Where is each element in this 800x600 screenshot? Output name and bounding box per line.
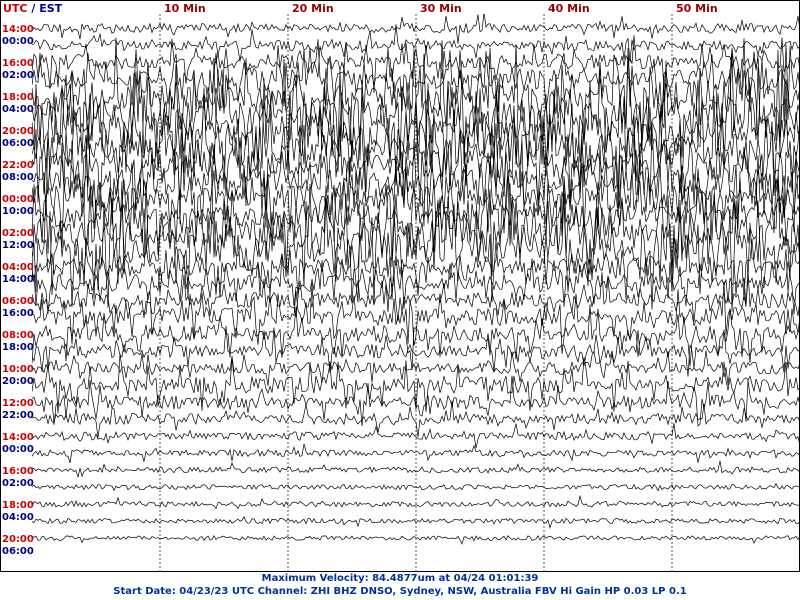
utc-row-label: 18:00 — [2, 92, 34, 103]
est-row-label: 10:00 — [2, 206, 34, 217]
utc-row-label: 14:00 — [2, 24, 34, 35]
est-row-label: 06:00 — [2, 546, 34, 557]
minute-tick-label: 10 Min — [164, 2, 206, 15]
header-separator: / — [28, 2, 40, 15]
utc-row-label: 06:00 — [2, 296, 34, 307]
utc-label: UTC — [3, 2, 28, 15]
utc-row-label: 22:00 — [2, 160, 34, 171]
est-row-label: 00:00 — [2, 36, 34, 47]
utc-row-label: 00:00 — [2, 194, 34, 205]
utc-row-label: 20:00 — [2, 126, 34, 137]
est-row-label: 18:00 — [2, 342, 34, 353]
utc-row-label: 16:00 — [2, 466, 34, 477]
est-row-label: 20:00 — [2, 376, 34, 387]
utc-row-label: 02:00 — [2, 228, 34, 239]
est-row-label: 02:00 — [2, 478, 34, 489]
utc-row-label: 12:00 — [2, 398, 34, 409]
est-row-label: 14:00 — [2, 274, 34, 285]
est-row-label: 22:00 — [2, 410, 34, 421]
header-timezone-label: UTC / EST — [3, 2, 63, 15]
est-row-label: 06:00 — [2, 138, 34, 149]
est-row-label: 04:00 — [2, 512, 34, 523]
est-row-label: 02:00 — [2, 70, 34, 81]
est-row-label: 00:00 — [2, 444, 34, 455]
minute-tick-label: 20 Min — [292, 2, 334, 15]
helicorder-chart: 10 Min 20 Min 30 Min 40 Min 50 Min14:0000:00… — [0, 0, 800, 572]
est-row-label: 16:00 — [2, 308, 34, 319]
start-date-caption: Start Date: 04/23/23 UTC Channel: ZHI BH… — [113, 586, 687, 597]
minute-tick-label: 50 Min — [676, 2, 718, 15]
minute-tick-label: 30 Min — [420, 2, 462, 15]
est-row-label: 12:00 — [2, 240, 34, 251]
utc-row-label: 04:00 — [2, 262, 34, 273]
utc-row-label: 14:00 — [2, 432, 34, 443]
est-row-label: 04:00 — [2, 104, 34, 115]
est-row-label: 08:00 — [2, 172, 34, 183]
utc-row-label: 16:00 — [2, 58, 34, 69]
minute-tick-label: 40 Min — [548, 2, 590, 15]
utc-row-label: 08:00 — [2, 330, 34, 341]
utc-row-label: 18:00 — [2, 500, 34, 511]
utc-row-label: 10:00 — [2, 364, 34, 375]
est-label: EST — [39, 2, 62, 15]
max-velocity-caption: Maximum Velocity: 84.4877um at 04/24 01:… — [261, 573, 539, 584]
utc-row-label: 20:00 — [2, 534, 34, 545]
